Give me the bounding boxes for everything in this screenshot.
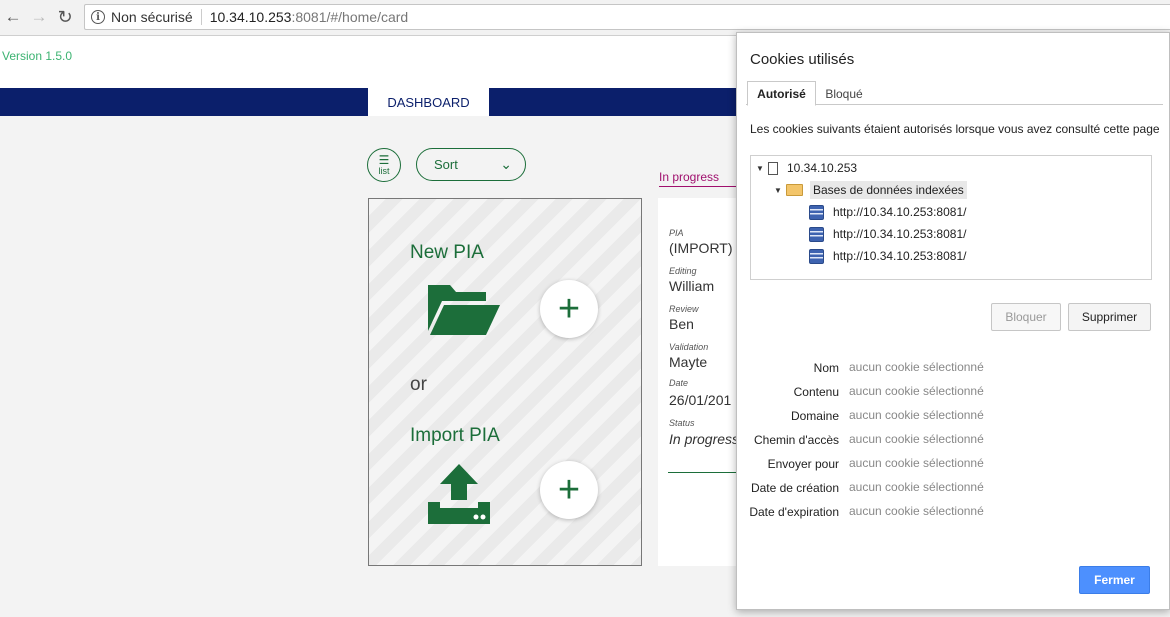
status-label: Status xyxy=(669,418,695,428)
prop-value-name: aucun cookie sélectionné xyxy=(849,360,984,374)
editing-label: Editing xyxy=(669,266,697,276)
validation-value: Mayte xyxy=(669,354,708,370)
list-icon: ☰ xyxy=(378,152,390,167)
tree-folder-label: Bases de données indexées xyxy=(810,181,967,199)
prop-value-expires: aucun cookie sélectionné xyxy=(849,504,984,518)
prop-value-path: aucun cookie sélectionné xyxy=(849,432,984,446)
browser-toolbar: ← → ↻ i Non sécurisé 10.34.10.253:8081/#… xyxy=(0,0,1170,36)
forward-arrow-icon[interactable]: → xyxy=(28,6,50,28)
address-bar[interactable]: i Non sécurisé 10.34.10.253:8081/#/home/… xyxy=(84,4,1170,30)
dialog-tabs: Autorisé Bloqué xyxy=(746,81,1163,106)
status-value: In progress xyxy=(669,431,740,447)
prop-label-expires: Date d'expiration xyxy=(749,505,839,519)
cookies-dialog: Cookies utilisés Autorisé Bloqué Les coo… xyxy=(736,32,1170,610)
info-icon[interactable]: i xyxy=(91,10,105,24)
close-button[interactable]: Fermer xyxy=(1079,566,1150,594)
chevron-down-icon: ⌄ xyxy=(500,156,512,172)
list-view-button[interactable]: ☰ list xyxy=(367,148,401,182)
list-button-label: list xyxy=(378,165,390,176)
tree-item-site[interactable]: ▼ 10.34.10.253 xyxy=(756,158,857,178)
file-icon xyxy=(768,161,778,175)
cookie-tree[interactable]: ▼ 10.34.10.253 ▼ Bases de données indexé… xyxy=(750,155,1152,280)
prop-label-created: Date de création xyxy=(750,481,839,495)
prop-label-send-for: Envoyer pour xyxy=(767,457,839,471)
editing-value: William xyxy=(669,278,715,294)
sort-dropdown[interactable]: Sort ⌄ xyxy=(416,148,526,181)
date-value: 26/01/201 xyxy=(669,392,732,408)
security-label[interactable]: Non sécurisé xyxy=(111,9,193,25)
divider xyxy=(200,9,202,25)
delete-button[interactable]: Supprimer xyxy=(1068,303,1151,331)
new-pia-card: New PIA + or Import PIA + xyxy=(368,198,642,566)
version-label: Version 1.5.0 xyxy=(2,49,73,63)
tree-db-label: http://10.34.10.253:8081/ xyxy=(833,227,967,241)
expand-triangle-icon[interactable]: ▼ xyxy=(756,164,768,173)
url-host[interactable]: 10.34.10.253 xyxy=(210,9,292,25)
or-separator: or xyxy=(410,374,427,395)
tab-allowed[interactable]: Autorisé xyxy=(747,81,816,106)
tree-site-label: 10.34.10.253 xyxy=(787,161,858,175)
import-pia-title: Import PIA xyxy=(410,425,500,446)
pia-name: (IMPORT) T xyxy=(669,240,745,256)
validation-label: Validation xyxy=(669,342,709,352)
prop-value-content: aucun cookie sélectionné xyxy=(849,384,984,398)
prop-label-domain: Domaine xyxy=(790,409,839,423)
expand-triangle-icon[interactable]: ▼ xyxy=(774,186,786,195)
tree-item-db[interactable]: http://10.34.10.253:8081/ xyxy=(809,202,966,222)
tab-dashboard[interactable]: DASHBOARD xyxy=(368,88,489,116)
prop-value-domain: aucun cookie sélectionné xyxy=(849,408,984,422)
prop-value-created: aucun cookie sélectionné xyxy=(849,480,984,494)
prop-label-name: Nom xyxy=(813,361,839,375)
tree-db-label: http://10.34.10.253:8081/ xyxy=(833,249,967,263)
dialog-intro: Les cookies suivants étaient autorisés l… xyxy=(750,122,1160,136)
database-icon xyxy=(809,204,824,220)
pia-label: PIA xyxy=(669,228,684,238)
review-label: Review xyxy=(669,304,699,314)
database-icon xyxy=(809,226,824,242)
folder-open-icon xyxy=(428,285,500,335)
new-pia-add-button[interactable]: + xyxy=(540,280,598,338)
prop-label-path: Chemin d'accès xyxy=(754,433,839,447)
url-path[interactable]: :8081/#/home/card xyxy=(291,9,408,25)
reload-icon[interactable]: ↻ xyxy=(54,6,76,28)
block-button[interactable]: Bloquer xyxy=(991,303,1061,331)
dialog-title: Cookies utilisés xyxy=(750,51,855,68)
back-arrow-icon[interactable]: ← xyxy=(2,6,24,28)
tree-db-label: http://10.34.10.253:8081/ xyxy=(833,205,967,219)
tab-blocked[interactable]: Bloqué xyxy=(818,81,870,106)
upload-icon xyxy=(428,464,490,524)
tree-item-db[interactable]: http://10.34.10.253:8081/ xyxy=(809,246,966,266)
new-pia-title: New PIA xyxy=(410,242,484,263)
folder-icon xyxy=(786,184,803,196)
prop-label-content: Contenu xyxy=(793,385,839,399)
review-value: Ben xyxy=(669,316,694,332)
tree-item-folder[interactable]: ▼ Bases de données indexées xyxy=(774,180,967,200)
date-label: Date xyxy=(669,378,689,388)
database-icon xyxy=(809,248,824,264)
sort-label: Sort xyxy=(434,157,458,172)
tree-item-db[interactable]: http://10.34.10.253:8081/ xyxy=(809,224,966,244)
import-pia-add-button[interactable]: + xyxy=(540,461,598,519)
prop-value-send-for: aucun cookie sélectionné xyxy=(849,456,984,470)
